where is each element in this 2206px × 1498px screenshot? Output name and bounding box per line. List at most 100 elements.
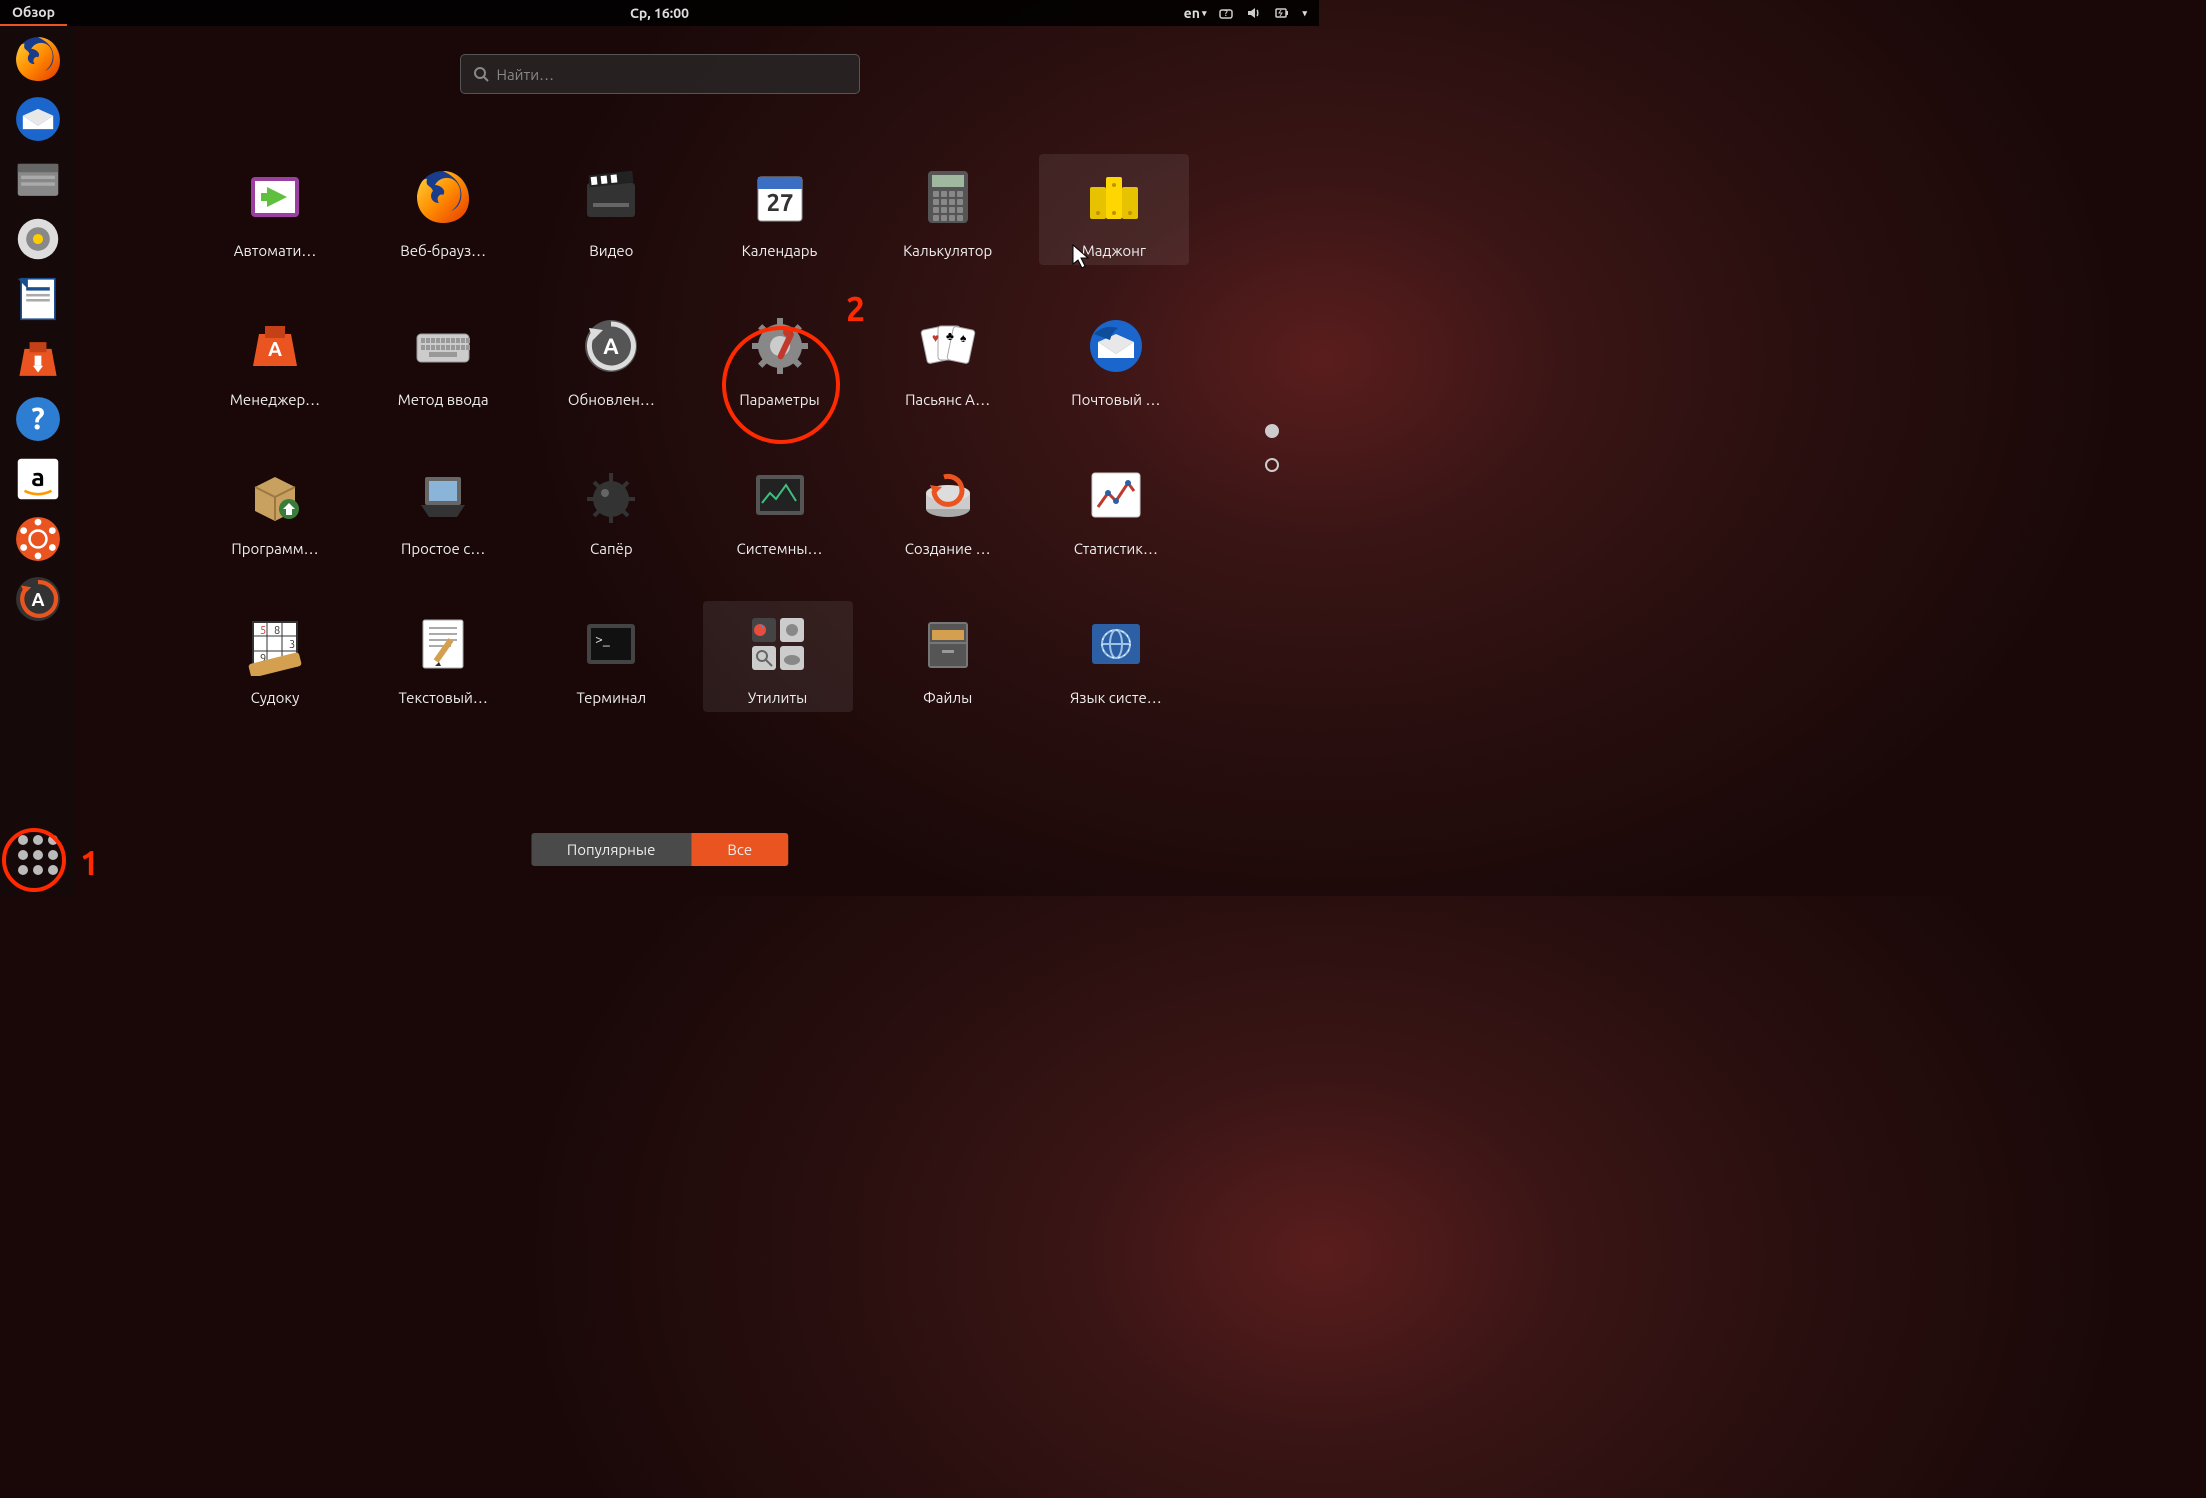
app-utilities[interactable]: Утилиты xyxy=(703,601,853,712)
app-label: Программ… xyxy=(231,540,318,557)
svg-text:A: A xyxy=(31,589,44,610)
dock-software[interactable] xyxy=(11,332,65,386)
top-bar: Обзор Ср, 16:00 en ▾ ? ▾ xyxy=(0,0,1319,26)
app-label: Текстовый… xyxy=(398,689,487,706)
app-package[interactable]: Программ… xyxy=(200,458,350,557)
mahjong-icon xyxy=(1077,160,1151,234)
svg-text:27: 27 xyxy=(766,189,793,216)
app-mahjong[interactable]: Маджонг xyxy=(1039,154,1189,265)
app-label: Терминал xyxy=(576,689,646,706)
backup-icon xyxy=(911,458,985,532)
svg-text:?: ? xyxy=(31,401,44,435)
activities-button[interactable]: Обзор xyxy=(0,0,67,26)
firefox-icon xyxy=(406,160,480,234)
dock-updater[interactable]: A xyxy=(11,572,65,626)
app-label: Обновлен… xyxy=(568,391,655,408)
search-box[interactable] xyxy=(460,54,860,94)
search-icon xyxy=(473,66,489,82)
app-keyboard[interactable]: Метод ввода xyxy=(368,309,518,408)
input-language-indicator[interactable]: en ▾ xyxy=(1184,5,1207,21)
app-terminal[interactable]: >_ Терминал xyxy=(536,607,686,706)
svg-text:a: a xyxy=(31,462,45,491)
utilities-icon xyxy=(741,607,815,681)
app-firefox[interactable]: Веб-брауз… xyxy=(368,160,518,259)
dock-firefox[interactable] xyxy=(11,32,65,86)
dock: ? a A xyxy=(0,26,76,896)
video-icon xyxy=(574,160,648,234)
page-dot-1[interactable] xyxy=(1265,424,1279,438)
app-calculator[interactable]: Калькулятор xyxy=(873,160,1023,259)
app-thunderbird[interactable]: Почтовый … xyxy=(1041,309,1191,408)
tab-all[interactable]: Все xyxy=(691,833,788,866)
app-automation[interactable]: Автомати… xyxy=(200,160,350,259)
app-files-cabinet[interactable]: Файлы xyxy=(873,607,1023,706)
package-icon xyxy=(238,458,312,532)
app-label: Язык систе… xyxy=(1070,689,1162,706)
app-backup[interactable]: Создание … xyxy=(873,458,1023,557)
app-software[interactable]: AМенеджер… xyxy=(200,309,350,408)
accessibility-icon[interactable]: ? xyxy=(1218,5,1234,21)
tab-frequent[interactable]: Популярные xyxy=(531,833,692,866)
page-indicator[interactable] xyxy=(1265,424,1279,472)
svg-text:?: ? xyxy=(1225,9,1229,18)
app-label: Файлы xyxy=(923,689,972,706)
svg-text:♠: ♠ xyxy=(960,332,967,345)
app-label: Маджонг xyxy=(1082,242,1146,259)
monitor-icon xyxy=(743,458,817,532)
app-settings[interactable]: Параметры xyxy=(705,309,855,408)
stats-icon xyxy=(1079,458,1153,532)
show-applications-button[interactable] xyxy=(11,828,65,882)
app-calendar[interactable]: 27 Календарь xyxy=(705,160,855,259)
app-updater[interactable]: A Обновлен… xyxy=(536,309,686,408)
dock-thunderbird[interactable] xyxy=(11,92,65,146)
keyboard-icon xyxy=(406,309,480,383)
terminal-icon: >_ xyxy=(574,607,648,681)
app-label: Судоку xyxy=(251,689,300,706)
dock-amazon[interactable]: a xyxy=(11,452,65,506)
clock[interactable]: Ср, 16:00 xyxy=(630,5,689,21)
app-video[interactable]: Видео xyxy=(536,160,686,259)
app-language[interactable]: Язык систе… xyxy=(1041,607,1191,706)
app-label: Пасьянс А… xyxy=(905,391,990,408)
app-label: Веб-брауз… xyxy=(400,242,486,259)
app-label: Параметры xyxy=(739,391,819,408)
svg-text:A: A xyxy=(268,337,282,360)
application-grid: Автомати… Веб-брауз… Видео 27 Календарь Кальк… xyxy=(200,160,1199,706)
scanner-icon xyxy=(406,458,480,532)
solitaire-icon: ♥♣♠ xyxy=(911,309,985,383)
app-label: Сапёр xyxy=(590,540,633,557)
app-text[interactable]: Текстовый… xyxy=(368,607,518,706)
app-label: Календарь xyxy=(742,242,818,259)
app-sudoku[interactable]: 5839Судоку xyxy=(200,607,350,706)
calendar-icon: 27 xyxy=(743,160,817,234)
language-icon xyxy=(1079,607,1153,681)
app-solitaire[interactable]: ♥♣♠ Пасьянс А… xyxy=(873,309,1023,408)
dock-files[interactable] xyxy=(11,152,65,206)
dock-rhythmbox[interactable] xyxy=(11,212,65,266)
calculator-icon xyxy=(911,160,985,234)
dock-settings[interactable] xyxy=(11,512,65,566)
app-label: Калькулятор xyxy=(903,242,992,259)
app-scanner[interactable]: Простое с… xyxy=(368,458,518,557)
annotation-number-1: 1 xyxy=(80,844,99,882)
battery-icon[interactable] xyxy=(1274,5,1290,21)
dock-writer[interactable] xyxy=(11,272,65,326)
svg-text:3: 3 xyxy=(289,639,295,651)
app-mines[interactable]: Сапёр xyxy=(536,458,686,557)
updater-icon: A xyxy=(574,309,648,383)
app-label: Видео xyxy=(589,242,633,259)
page-dot-2[interactable] xyxy=(1265,458,1279,472)
app-label: Системны… xyxy=(737,540,823,557)
app-label: Простое с… xyxy=(401,540,485,557)
system-menu-arrow[interactable]: ▾ xyxy=(1302,8,1307,19)
app-label: Статистик… xyxy=(1074,540,1158,557)
search-input[interactable] xyxy=(497,66,847,83)
app-label: Автомати… xyxy=(234,242,317,259)
files-cabinet-icon xyxy=(911,607,985,681)
volume-icon[interactable] xyxy=(1246,5,1262,21)
app-monitor[interactable]: Системны… xyxy=(705,458,855,557)
software-icon: A xyxy=(238,309,312,383)
app-stats[interactable]: Статистик… xyxy=(1041,458,1191,557)
svg-text:A: A xyxy=(604,334,620,359)
dock-help[interactable]: ? xyxy=(11,392,65,446)
